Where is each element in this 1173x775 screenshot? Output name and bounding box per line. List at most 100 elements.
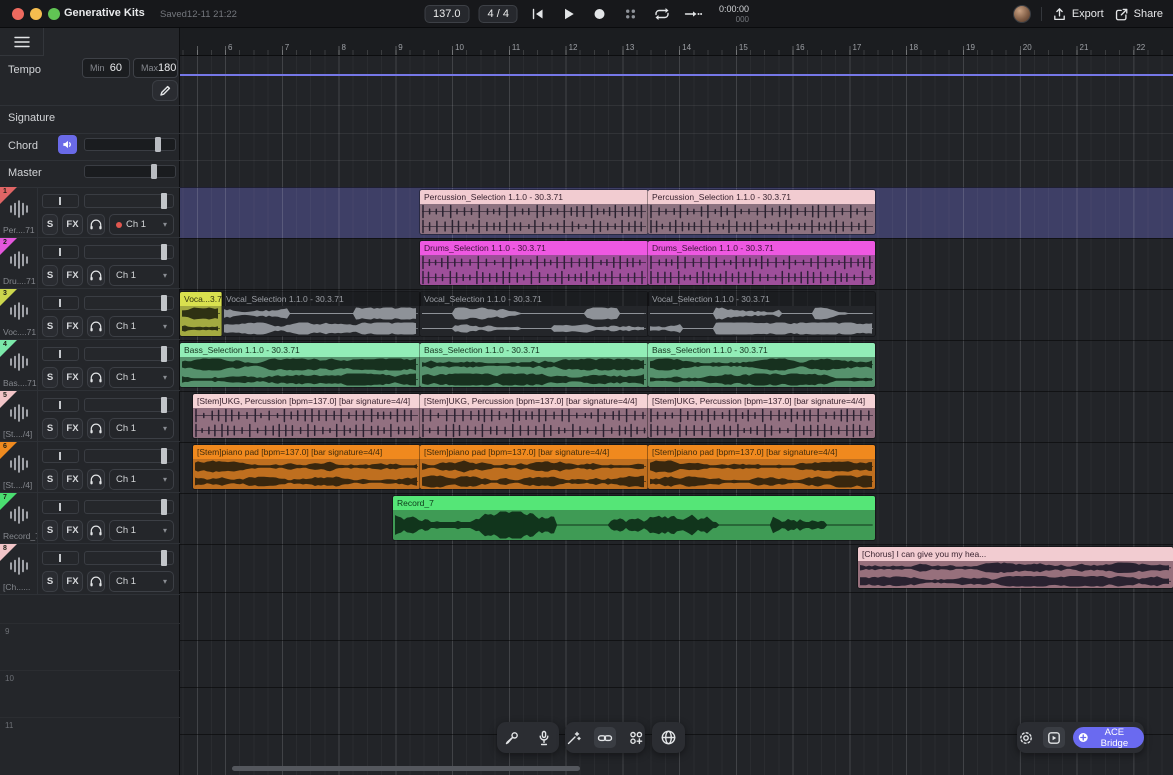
clip-label[interactable]: [Stem]UKG, Percussion [bpm=137.0] [bar s…	[420, 394, 648, 408]
pan-slider[interactable]	[42, 347, 79, 361]
clip-label[interactable]: Percussion_Selection 1.1.0 - 30.3.71	[648, 190, 875, 204]
empty-track-slot[interactable]: 10	[0, 670, 180, 717]
clip-label[interactable]: Record_7	[393, 496, 875, 510]
volume-handle[interactable]	[161, 346, 167, 362]
play-button[interactable]	[558, 4, 580, 24]
pan-handle[interactable]	[59, 248, 61, 256]
clip[interactable]: Percussion_Selection 1.1.0 - 30.3.71	[420, 190, 648, 234]
channel-select[interactable]: Ch 1▾	[109, 316, 174, 337]
volume-handle[interactable]	[161, 244, 167, 260]
fx-button[interactable]: FX	[62, 367, 83, 388]
clip[interactable]: Vocal_Selection 1.1.0 - 30.3.71	[648, 292, 875, 336]
solo-button[interactable]: S	[42, 214, 58, 235]
panel-toggle-button[interactable]	[1043, 727, 1065, 748]
volume-slider[interactable]	[84, 347, 174, 361]
volume-handle[interactable]	[161, 397, 167, 413]
clip-label[interactable]: [Stem]UKG, Percussion [bpm=137.0] [bar s…	[648, 394, 875, 408]
clip[interactable]: Bass_Selection 1.1.0 - 30.3.71	[420, 343, 648, 387]
clip[interactable]: Drums_Selection 1.1.0 - 30.3.71	[648, 241, 875, 285]
microphone-tool-button[interactable]	[501, 727, 523, 749]
clip[interactable]: Bass_Selection 1.1.0 - 30.3.71	[180, 343, 420, 387]
volume-slider[interactable]	[84, 449, 174, 463]
loop-button[interactable]	[651, 4, 673, 24]
pan-slider[interactable]	[42, 398, 79, 412]
pan-slider[interactable]	[42, 449, 79, 463]
magic-wand-button[interactable]	[565, 727, 584, 749]
pan-handle[interactable]	[59, 452, 61, 460]
channel-select[interactable]: Ch 1▾	[109, 520, 174, 541]
clip-label[interactable]: [Stem]UKG, Percussion [bpm=137.0] [bar s…	[193, 394, 420, 408]
vocal-tool-button[interactable]	[533, 727, 555, 749]
globe-button[interactable]	[658, 727, 680, 749]
channel-select[interactable]: Ch 1▾	[109, 571, 174, 592]
pan-handle[interactable]	[59, 350, 61, 358]
fx-button[interactable]: FX	[62, 316, 83, 337]
clip[interactable]: Drums_Selection 1.1.0 - 30.3.71	[420, 241, 648, 285]
tempo-max-field[interactable]: Max 180	[133, 58, 178, 78]
clip-label[interactable]: Vocal_Selection 1.1.0 - 30.3.71	[648, 292, 875, 306]
horizontal-scrollbar[interactable]	[232, 766, 580, 771]
autoscroll-button[interactable]	[682, 4, 704, 24]
channel-select[interactable]: Ch 1▾	[109, 418, 174, 439]
volume-slider[interactable]	[84, 296, 174, 310]
channel-select[interactable]: Ch 1▾	[109, 214, 174, 235]
volume-handle[interactable]	[161, 193, 167, 209]
export-button[interactable]: Export	[1052, 7, 1104, 22]
pan-slider[interactable]	[42, 194, 79, 208]
clip-label[interactable]: Bass_Selection 1.1.0 - 30.3.71	[420, 343, 648, 357]
volume-handle[interactable]	[161, 295, 167, 311]
track-header[interactable]: [St..../4]5SFXCh 1▾	[0, 391, 180, 442]
headphone-button[interactable]	[87, 520, 105, 541]
tempo-automation-line[interactable]	[180, 74, 1173, 76]
solo-button[interactable]: S	[42, 520, 58, 541]
pan-handle[interactable]	[59, 503, 61, 511]
tempo-draw-button[interactable]	[152, 80, 178, 101]
headphone-button[interactable]	[87, 367, 105, 388]
solo-button[interactable]: S	[42, 418, 58, 439]
settings-button[interactable]	[1017, 727, 1035, 749]
track-header[interactable]: Dru....712SFXCh 1▾	[0, 238, 180, 289]
clip-label[interactable]: [Stem]piano pad [bpm=137.0] [bar signatu…	[193, 445, 420, 459]
clip[interactable]: [Stem]UKG, Percussion [bpm=137.0] [bar s…	[193, 394, 420, 438]
pan-slider[interactable]	[42, 500, 79, 514]
track-header[interactable]: Per....711SFXCh 1▾	[0, 187, 180, 238]
volume-slider[interactable]	[84, 551, 174, 565]
pan-handle[interactable]	[59, 299, 61, 307]
fx-button[interactable]: FX	[62, 520, 83, 541]
clip[interactable]: [Stem]piano pad [bpm=137.0] [bar signatu…	[420, 445, 648, 489]
menu-button[interactable]	[0, 28, 44, 56]
pan-handle[interactable]	[59, 197, 61, 205]
fx-button[interactable]: FX	[62, 469, 83, 490]
headphone-button[interactable]	[87, 265, 105, 286]
group-add-button[interactable]	[626, 727, 645, 749]
solo-button[interactable]: S	[42, 571, 58, 592]
clip-label[interactable]: Bass_Selection 1.1.0 - 30.3.71	[180, 343, 420, 357]
pan-handle[interactable]	[59, 401, 61, 409]
bar-ruler[interactable]: 678910111213141516171819202122	[180, 28, 1173, 56]
volume-handle[interactable]	[161, 448, 167, 464]
track-header[interactable]: Bas....714SFXCh 1▾	[0, 340, 180, 391]
link-tool-button[interactable]	[594, 727, 616, 748]
headphone-button[interactable]	[87, 316, 105, 337]
clip[interactable]: Record_7	[393, 496, 875, 540]
volume-slider[interactable]	[84, 500, 174, 514]
tempo-min-field[interactable]: Min 60	[82, 58, 130, 78]
clip-label[interactable]: [Stem]piano pad [bpm=137.0] [bar signatu…	[420, 445, 648, 459]
master-volume-slider[interactable]	[84, 165, 176, 178]
pan-slider[interactable]	[42, 245, 79, 259]
bpm-box[interactable]: 137.0	[424, 5, 470, 23]
pan-handle[interactable]	[59, 554, 61, 562]
clip[interactable]: Voca...3.71	[180, 292, 222, 336]
clip-label[interactable]: [Chorus] I can give you my hea...	[858, 547, 1173, 561]
share-button[interactable]: Share	[1114, 7, 1163, 22]
track-header[interactable]: Record_77SFXCh 1▾	[0, 493, 180, 544]
chord-volume-slider[interactable]	[84, 138, 176, 151]
headphone-button[interactable]	[87, 214, 105, 235]
clip-label[interactable]: Vocal_Selection 1.1.0 - 30.3.71	[420, 292, 648, 306]
solo-button[interactable]: S	[42, 469, 58, 490]
close-window-button[interactable]	[12, 8, 24, 20]
solo-button[interactable]: S	[42, 316, 58, 337]
clip-label[interactable]: Percussion_Selection 1.1.0 - 30.3.71	[420, 190, 648, 204]
track-header[interactable]: [Ch......8SFXCh 1▾	[0, 544, 180, 595]
solo-button[interactable]: S	[42, 265, 58, 286]
